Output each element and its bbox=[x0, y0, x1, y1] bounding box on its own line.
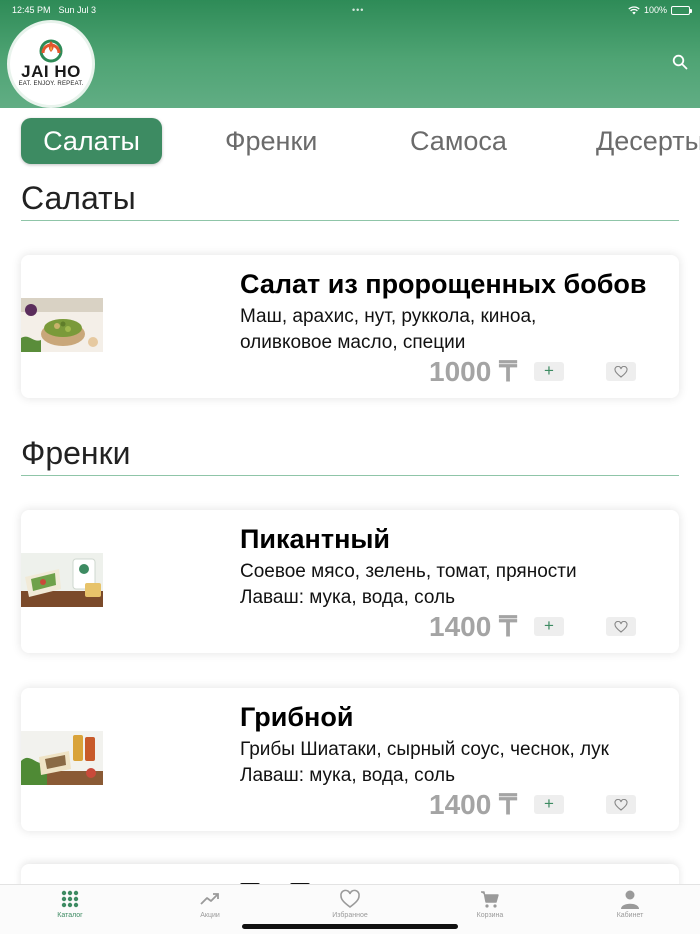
product-image bbox=[21, 731, 103, 785]
status-bar: 12:45 PM Sun Jul 3 ••• 100% bbox=[12, 3, 692, 17]
heart-icon bbox=[614, 620, 628, 633]
status-date: Sun Jul 3 bbox=[58, 5, 97, 15]
tab-salads[interactable]: Салаты bbox=[21, 118, 162, 164]
tab-samosa[interactable]: Самоса bbox=[410, 118, 507, 164]
add-to-cart-button[interactable]: + bbox=[534, 795, 564, 814]
product-desc-line: Лаваш: мука, вода, соль bbox=[240, 765, 456, 786]
person-icon bbox=[621, 890, 639, 909]
wifi-icon bbox=[628, 5, 640, 14]
section-title-salads: Салаты bbox=[21, 180, 136, 216]
tab-desserts[interactable]: Десерты bbox=[596, 118, 700, 164]
product-description: Маш, арахис, нут, руккола, киноа, оливко… bbox=[240, 304, 670, 356]
brand-logo[interactable]: JAI HO EAT. ENJOY. REPEAT. bbox=[7, 20, 95, 108]
trend-icon bbox=[200, 893, 219, 905]
logo-tagline: EAT. ENJOY. REPEAT. bbox=[18, 81, 84, 87]
product-desc-line: Грибы Шиатаки, сырный соус, чеснок, лук bbox=[240, 739, 609, 760]
category-tabs: Салаты Френки Самоса Десерты bbox=[0, 108, 700, 170]
section-title-frankies: Френки bbox=[21, 435, 131, 471]
tabbar-label: Корзина bbox=[476, 912, 504, 919]
tab-frankies[interactable]: Френки bbox=[225, 118, 317, 164]
product-name: Грибной bbox=[240, 702, 354, 732]
product-description: Соевое мясо, зелень, томат, пряности Лав… bbox=[240, 559, 670, 611]
product-card[interactable]: Грибной Грибы Шиатаки, сырный соус, чесн… bbox=[21, 688, 679, 831]
heart-icon bbox=[614, 365, 628, 378]
tabbar-label: Кабинет bbox=[616, 912, 644, 919]
tabbar-label: Каталог bbox=[57, 912, 83, 919]
search-icon[interactable] bbox=[672, 54, 688, 70]
home-indicator[interactable] bbox=[242, 924, 458, 929]
product-price: 1000 ₸ bbox=[429, 356, 517, 387]
product-name: Пикантный bbox=[240, 524, 391, 554]
product-desc-line: Маш, арахис, нут, руккола, киноа, bbox=[240, 306, 537, 327]
section-divider bbox=[21, 220, 679, 221]
product-name: Салат из пророщенных бобов bbox=[240, 269, 647, 299]
battery-percent: 100% bbox=[643, 5, 667, 15]
product-price: 1400 ₸ bbox=[429, 789, 517, 820]
product-image bbox=[21, 553, 103, 607]
logo-brand: JAI HO bbox=[21, 62, 81, 81]
heart-icon bbox=[340, 889, 360, 909]
favorite-button[interactable] bbox=[606, 362, 636, 381]
product-desc-line: оливковое масло, специи bbox=[240, 332, 466, 353]
section-divider bbox=[21, 475, 679, 476]
favorite-button[interactable] bbox=[606, 795, 636, 814]
add-to-cart-button[interactable]: + bbox=[534, 617, 564, 636]
flame-emblem-icon bbox=[39, 39, 63, 63]
product-desc-line: Соевое мясо, зелень, томат, пряности bbox=[240, 561, 577, 582]
battery-icon bbox=[671, 5, 692, 15]
cart-icon bbox=[481, 891, 499, 908]
app-header: 12:45 PM Sun Jul 3 ••• 100% JAI HO EAT. … bbox=[0, 0, 700, 108]
tabbar-promotions[interactable]: Акции bbox=[170, 889, 250, 919]
tabbar-catalog[interactable]: Каталог bbox=[30, 889, 110, 919]
add-to-cart-button[interactable]: + bbox=[534, 362, 564, 381]
product-description: Грибы Шиатаки, сырный соус, чеснок, лук … bbox=[240, 737, 670, 789]
tabbar-account[interactable]: Кабинет bbox=[590, 889, 670, 919]
tabbar-label: Избранное bbox=[332, 912, 368, 919]
tabbar-favorites[interactable]: Избранное bbox=[310, 889, 390, 919]
multitask-dots-icon[interactable]: ••• bbox=[352, 5, 364, 15]
tabbar-label: Акции bbox=[200, 912, 220, 919]
grid-icon bbox=[61, 890, 79, 908]
heart-icon bbox=[614, 798, 628, 811]
status-time: 12:45 PM bbox=[12, 5, 51, 15]
product-card[interactable]: Пикантный Соевое мясо, зелень, томат, пр… bbox=[21, 510, 679, 653]
favorite-button[interactable] bbox=[606, 617, 636, 636]
product-desc-line: Лаваш: мука, вода, соль bbox=[240, 587, 456, 608]
product-image bbox=[21, 298, 103, 352]
product-price: 1400 ₸ bbox=[429, 611, 517, 642]
tabbar-cart[interactable]: Корзина bbox=[450, 889, 530, 919]
product-card[interactable]: Салат из пророщенных бобов Маш, арахис, … bbox=[21, 255, 679, 398]
